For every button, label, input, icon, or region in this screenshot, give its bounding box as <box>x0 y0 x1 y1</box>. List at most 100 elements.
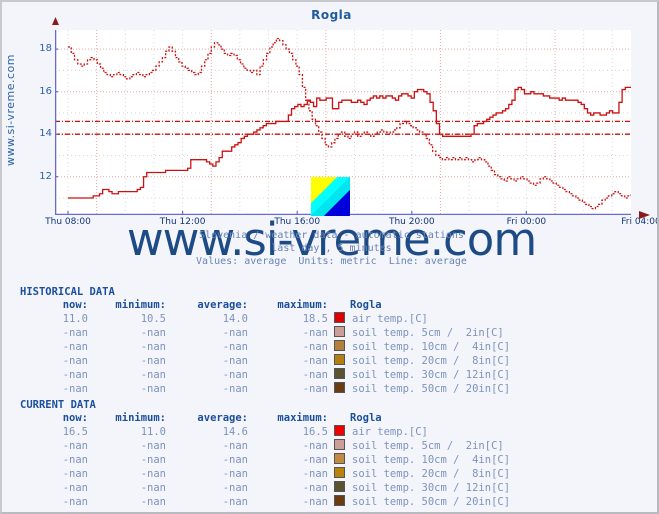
x-tick-label: Fri 00:00 <box>506 217 547 227</box>
current-data-table: now: minimum: average: maximum: Rogla 16.5 11.… <box>20 411 510 509</box>
color-swatch-icon <box>333 312 345 323</box>
color-swatch-icon <box>333 495 345 506</box>
data-value: 18.5 <box>302 312 328 325</box>
table-header-row: now: minimum: average: maximum: Rogla <box>20 298 510 312</box>
series-label: air temp.[C] <box>352 312 428 325</box>
data-value: -nan <box>302 467 328 480</box>
data-value: -nan <box>302 495 328 508</box>
series-label: air temp.[C] <box>352 425 428 438</box>
series-label: soil temp. 30cm / 12in[C] <box>352 481 511 494</box>
si-vreme-flag-logo <box>311 177 350 216</box>
table-row: -nan -nan -nan -nan soil temp. 10cm / 4in[C] <box>20 340 510 354</box>
chart-subtitle-settings: Values: average Units: metric Line: aver… <box>196 256 467 267</box>
series-color-swatch <box>328 495 350 509</box>
data-value: -nan <box>302 453 328 466</box>
table-row: -nan -nan -nan -nan soil temp. 30cm / 12in[C… <box>20 368 510 382</box>
y-tick-label: 12 <box>39 170 52 182</box>
data-value: -nan <box>62 481 88 494</box>
column-header: now: <box>62 412 88 424</box>
data-value: 14.6 <box>222 425 248 438</box>
series-color-swatch <box>328 326 350 340</box>
color-swatch-icon <box>333 382 345 393</box>
data-value: -nan <box>140 453 166 466</box>
data-value: -nan <box>222 439 248 452</box>
column-header: minimum: <box>115 299 166 311</box>
column-header: Rogla <box>350 412 382 424</box>
column-header: minimum: <box>115 412 166 424</box>
data-value: -nan <box>302 382 328 395</box>
data-value: -nan <box>62 368 88 381</box>
data-value: -nan <box>62 439 88 452</box>
series-color-swatch <box>328 340 350 354</box>
data-value: -nan <box>222 326 248 339</box>
historical-data-table: now: minimum: average: maximum: Rogla 11.0 10.… <box>20 298 510 396</box>
data-value: -nan <box>140 495 166 508</box>
data-value: -nan <box>302 481 328 494</box>
data-value: -nan <box>62 495 88 508</box>
data-value: -nan <box>140 467 166 480</box>
series-color-swatch <box>328 453 350 467</box>
data-value: -nan <box>62 382 88 395</box>
historical-data-heading: HISTORICAL DATA <box>20 286 115 298</box>
column-header: now: <box>62 299 88 311</box>
data-value: 10.5 <box>140 312 166 325</box>
table-row: -nan -nan -nan -nan soil temp. 50cm / 20in[C… <box>20 495 510 509</box>
table-row: -nan -nan -nan -nan soil temp. 10cm / 4in[C] <box>20 453 510 467</box>
data-value: -nan <box>302 368 328 381</box>
x-tick-label: Thu 08:00 <box>45 217 91 227</box>
data-value: -nan <box>222 453 248 466</box>
column-header: average: <box>197 299 248 311</box>
data-value: -nan <box>222 354 248 367</box>
series-label: soil temp. 50cm / 20in[C] <box>352 382 511 395</box>
color-swatch-icon <box>333 481 345 492</box>
y-tick-label: 18 <box>39 43 52 55</box>
data-value: -nan <box>62 453 88 466</box>
table-row: -nan -nan -nan -nan soil temp. 20cm / 8in[C] <box>20 467 510 481</box>
data-value: 14.0 <box>222 312 248 325</box>
color-swatch-icon <box>333 340 345 351</box>
page-title: Rogla <box>311 8 352 22</box>
color-swatch-icon <box>333 467 345 478</box>
y-tick-label: 16 <box>39 85 52 97</box>
column-header: maximum: <box>277 299 328 311</box>
series-color-swatch <box>328 481 350 495</box>
data-value: -nan <box>302 354 328 367</box>
series-color-swatch <box>328 354 350 368</box>
series-label: soil temp. 10cm / 4in[C] <box>352 340 511 353</box>
table-row: -nan -nan -nan -nan soil temp. 30cm / 12in[C… <box>20 481 510 495</box>
data-value: -nan <box>302 439 328 452</box>
data-value: -nan <box>140 439 166 452</box>
data-value: -nan <box>62 340 88 353</box>
x-tick-label: Thu 16:00 <box>274 217 321 227</box>
data-value: 11.0 <box>140 425 166 438</box>
data-value: -nan <box>140 481 166 494</box>
y-tick-label: 14 <box>39 128 52 140</box>
series-label: soil temp. 10cm / 4in[C] <box>352 453 511 466</box>
series-color-swatch <box>328 368 350 382</box>
data-value: -nan <box>222 495 248 508</box>
chart-subtitle-range: last day , 5 minutes <box>271 243 392 254</box>
data-value: 16.5 <box>62 425 88 438</box>
data-value: -nan <box>222 340 248 353</box>
data-value: -nan <box>62 467 88 480</box>
table-row: -nan -nan -nan -nan soil temp. 20cm / 8in[C] <box>20 354 510 368</box>
series-label: soil temp. 50cm / 20in[C] <box>352 495 511 508</box>
data-value: -nan <box>302 340 328 353</box>
data-value: -nan <box>302 326 328 339</box>
data-value: -nan <box>140 326 166 339</box>
table-row: 16.5 11.0 14.6 16.5 air temp.[C] <box>20 425 510 439</box>
data-value: -nan <box>62 354 88 367</box>
data-value: -nan <box>222 481 248 494</box>
x-tick-label: Thu 20:00 <box>388 217 435 227</box>
series-label: soil temp. 30cm / 12in[C] <box>352 368 511 381</box>
x-tick-label: Thu 12:00 <box>159 217 206 227</box>
table-row: -nan -nan -nan -nan soil temp. 5cm / 2in[C] <box>20 439 510 453</box>
data-value: -nan <box>140 368 166 381</box>
series-color-swatch <box>328 382 350 396</box>
data-value: -nan <box>222 368 248 381</box>
current-data-heading: CURRENT DATA <box>20 399 96 411</box>
series-label: soil temp. 20cm / 8in[C] <box>352 467 511 480</box>
series-color-swatch <box>328 439 350 453</box>
table-row: -nan -nan -nan -nan soil temp. 50cm / 20in[C… <box>20 382 510 396</box>
data-value: -nan <box>222 382 248 395</box>
